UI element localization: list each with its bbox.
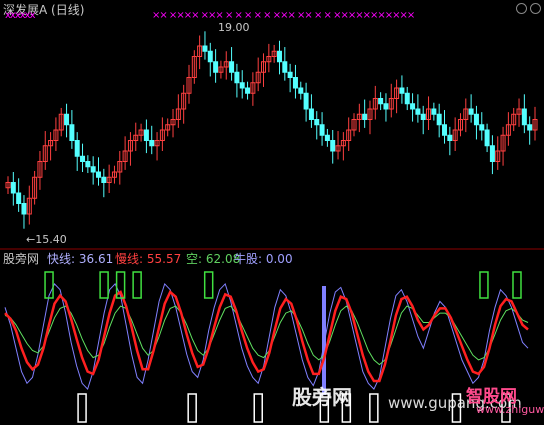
candle-body (245, 87, 251, 94)
buy-signal-box (203, 271, 214, 299)
candle-body (324, 134, 330, 141)
candle-body (90, 166, 96, 173)
candle-body (298, 87, 304, 94)
candle-body (378, 98, 384, 105)
buy-signal-box (479, 271, 489, 299)
candle-body (207, 50, 213, 63)
window-control-icon-2[interactable] (530, 3, 541, 14)
logo-url: www.zhiguwang (476, 403, 544, 416)
candle-body (314, 119, 320, 126)
candle-body (420, 113, 426, 120)
candle-body (479, 124, 485, 131)
candle-body (282, 61, 288, 73)
candle-body (442, 124, 448, 136)
signal-markers-right: ×× ×××× ××× × × × × × ××× ×× × × ×××××××… (152, 10, 415, 21)
candle-body (149, 140, 155, 147)
buy-signal-box (512, 271, 522, 299)
chart-canvas (0, 31, 544, 423)
candle-body (319, 124, 325, 136)
site-logo: 智股网 www.zhiguwang (466, 382, 544, 420)
sell-signal-box (187, 393, 197, 423)
candle-body (74, 140, 80, 157)
candle-body (213, 61, 219, 73)
candle-body (202, 45, 208, 52)
candle-body (431, 108, 437, 115)
fast-line-label: 快线: 36.61 (47, 252, 114, 266)
candle-body (415, 108, 421, 115)
candle-body (436, 113, 442, 126)
candles-layer (5, 31, 538, 229)
candle-body (330, 140, 336, 152)
candle-body (21, 203, 27, 215)
candle-body (287, 71, 293, 78)
candle-body (527, 124, 533, 131)
chart-root: { "title": "深发展A (日线)", "markers_left": … (0, 0, 544, 425)
candle-body (399, 87, 405, 94)
buy-signal-box (132, 271, 142, 299)
signal-markers-left: xxxxxx (5, 10, 35, 21)
candle-body (80, 155, 86, 162)
buy-signal-box (99, 271, 109, 299)
candle-body (292, 77, 298, 89)
candle-body (484, 129, 490, 147)
candle-body (410, 103, 416, 110)
watermark-text: 股旁网 (292, 385, 352, 409)
sell-signal-box (77, 393, 87, 423)
candle-body (404, 92, 410, 105)
candle-body (16, 192, 22, 204)
slow-line-label: 慢线: 55.57 (115, 252, 182, 266)
candle-body (85, 161, 91, 168)
high-price-label: 19.00 (218, 21, 250, 34)
low-price-label: ←15.40 (26, 233, 67, 246)
candle-body (383, 103, 389, 110)
window-control-icon[interactable] (516, 3, 527, 14)
candle-body (489, 145, 495, 162)
sell-signal-box (369, 393, 379, 423)
candle-body (521, 108, 527, 126)
candle-body (234, 71, 240, 84)
buy-signal-box (44, 271, 54, 299)
candle-body (473, 113, 479, 126)
candle-body (308, 108, 314, 120)
candle-body (276, 50, 282, 63)
candle-body (362, 113, 368, 120)
fast-line (4, 282, 529, 391)
bull-label: 牛股: 0.00 (234, 252, 293, 266)
indicator-name: 股旁网 (3, 252, 40, 266)
candle-body (447, 134, 453, 141)
candle-body (303, 92, 309, 110)
candle-body (69, 124, 75, 141)
candle-body (143, 129, 149, 141)
candle-body (95, 171, 101, 178)
candle-body (101, 176, 107, 183)
candle-body (229, 61, 235, 73)
candle-body (64, 113, 70, 126)
candle-body (468, 108, 474, 115)
bull-bar (322, 286, 326, 395)
empty-label: 空: 62.08 (186, 252, 241, 266)
sell-signal-box (253, 393, 263, 423)
candle-body (10, 182, 16, 194)
candle-body (239, 82, 245, 89)
slow-line (4, 289, 529, 383)
